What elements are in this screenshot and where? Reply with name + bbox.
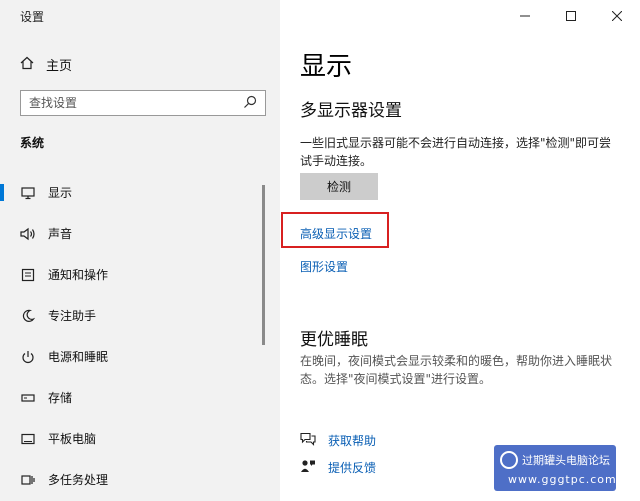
watermark-url: www.gggtpc.com xyxy=(508,473,617,486)
storage-icon xyxy=(20,390,36,406)
sidebar-item-notifications[interactable]: 通知和操作 xyxy=(0,254,262,295)
home-icon xyxy=(20,55,34,74)
get-help-label: 获取帮助 xyxy=(328,434,377,448)
advanced-display-settings-link[interactable]: 高级显示设置 xyxy=(300,225,372,242)
sidebar-item-label: 通知和操作 xyxy=(48,268,109,282)
power-icon xyxy=(20,349,36,365)
home-link[interactable]: 主页 xyxy=(20,54,72,74)
multi-display-description: 一些旧式显示器可能不会进行自动连接，选择"检测"即可尝试手动连接。 xyxy=(300,136,612,168)
tablet-icon xyxy=(20,431,36,447)
monitor-icon xyxy=(20,185,36,201)
sidebar-item-label: 多任务处理 xyxy=(48,473,109,487)
feedback-icon xyxy=(300,458,316,477)
maximize-icon xyxy=(566,6,576,25)
sidebar-item-sound[interactable]: 声音 xyxy=(0,213,262,254)
sidebar-item-label: 存储 xyxy=(48,391,73,405)
sidebar-item-label: 平板电脑 xyxy=(48,432,97,446)
sidebar-item-multitasking[interactable]: 多任务处理 xyxy=(0,459,262,500)
get-help-link[interactable]: 获取帮助 xyxy=(300,431,376,450)
window-controls xyxy=(502,0,640,30)
graphics-settings-link[interactable]: 图形设置 xyxy=(300,258,348,275)
sidebar-item-label: 专注助手 xyxy=(48,309,97,323)
multitask-icon xyxy=(20,472,36,488)
page-title: 显示 xyxy=(300,52,353,82)
app-title: 设置 xyxy=(20,10,45,24)
feedback-link[interactable]: 提供反馈 xyxy=(300,458,376,477)
help-chat-icon xyxy=(300,431,316,450)
close-button[interactable] xyxy=(594,0,640,30)
minimize-button[interactable] xyxy=(502,0,548,30)
sidebar-item-label: 声音 xyxy=(48,227,73,241)
maximize-button[interactable] xyxy=(548,0,594,30)
speaker-icon xyxy=(20,226,36,242)
search-icon[interactable] xyxy=(243,94,257,113)
watermark-logo-icon xyxy=(500,451,518,469)
multi-display-heading: 多显示器设置 xyxy=(300,101,402,121)
sidebar-item-tablet[interactable]: 平板电脑 xyxy=(0,418,262,459)
sidebar-item-label: 显示 xyxy=(48,186,73,200)
site-watermark: 过期罐头电脑论坛 www.gggtpc.com xyxy=(494,445,616,491)
sidebar-item-power-sleep[interactable]: 电源和睡眠 xyxy=(0,336,262,377)
sidebar-item-storage[interactable]: 存储 xyxy=(0,377,262,418)
nav-list: 显示 声音 通知和操作 专注助手 电源和睡眠 存储 平板电脑 多任务处理 xyxy=(0,172,262,500)
sidebar-item-display[interactable]: 显示 xyxy=(0,172,262,213)
search-input[interactable] xyxy=(29,96,243,110)
home-label: 主页 xyxy=(46,58,73,74)
better-sleep-description: 在晚间，夜间模式会显示较柔和的暖色，帮助你进入睡眠状态。选择"夜间模式设置"进行… xyxy=(300,354,613,386)
close-icon xyxy=(611,6,623,25)
section-label: 系统 xyxy=(20,136,45,150)
sidebar: 设置 主页 系统 显示 声 xyxy=(0,0,280,501)
sidebar-scrollbar[interactable] xyxy=(262,185,265,345)
better-sleep-heading: 更优睡眠 xyxy=(300,330,368,350)
detect-button[interactable]: 检测 xyxy=(300,173,378,200)
minimize-icon xyxy=(520,6,530,25)
search-box[interactable] xyxy=(20,90,266,116)
settings-window: 设置 主页 系统 显示 声 xyxy=(0,0,640,501)
sidebar-item-label: 电源和睡眠 xyxy=(48,350,109,364)
sidebar-item-focus-assist[interactable]: 专注助手 xyxy=(0,295,262,336)
feedback-label: 提供反馈 xyxy=(328,461,377,475)
notification-icon xyxy=(20,267,36,283)
watermark-name: 过期罐头电脑论坛 xyxy=(522,454,610,467)
moon-icon xyxy=(20,308,36,324)
